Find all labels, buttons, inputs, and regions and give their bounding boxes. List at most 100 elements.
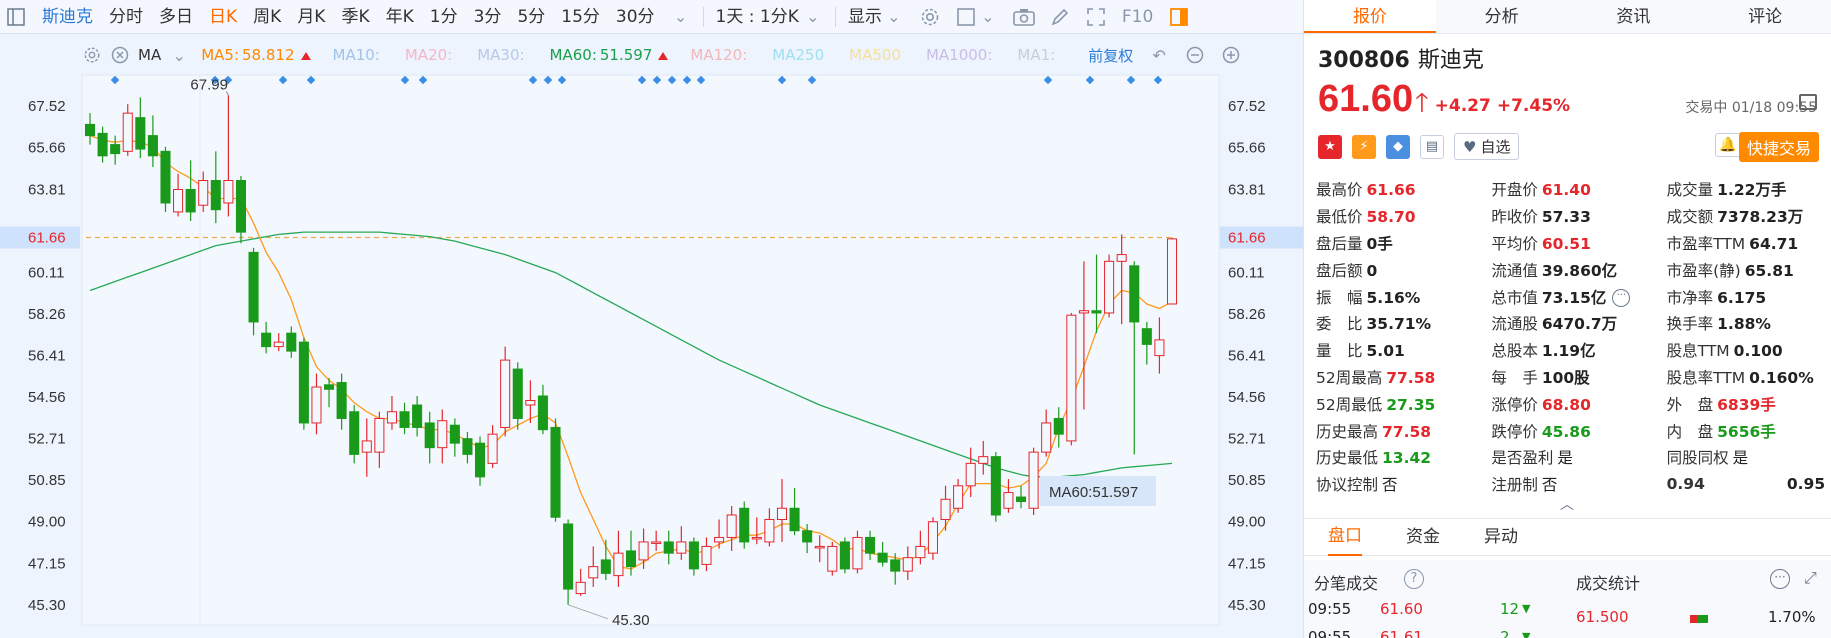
period-tab[interactable]: 多日: [151, 0, 201, 34]
camera-icon[interactable]: [1012, 5, 1036, 29]
adjust-selector[interactable]: 前复权: [1088, 45, 1133, 66]
stat-cell: 量 比 5.01: [1316, 339, 1491, 361]
more-icon[interactable]: ···: [1770, 569, 1790, 589]
quote-tab[interactable]: 分析: [1436, 0, 1568, 33]
close-icon[interactable]: [108, 43, 132, 67]
candle-body: [688, 541, 699, 570]
sidebar-toggle-icon[interactable]: [4, 5, 28, 29]
stat-value: 5.16%: [1366, 288, 1421, 307]
quote-tabs: 报价 分析 资讯 评论: [1304, 0, 1831, 34]
period-tab[interactable]: 月K: [289, 0, 333, 34]
y-tick-label: 45.30: [28, 597, 66, 614]
candle-body: [575, 581, 586, 595]
quote-tab[interactable]: 评论: [1699, 0, 1831, 33]
ma-indicator[interactable]: MA60: 51.597: [550, 46, 669, 64]
panel-toggle-icon[interactable]: [1167, 5, 1191, 29]
period-tab[interactable]: 年K: [378, 0, 422, 34]
stat-cell: 最低价 58.70: [1316, 205, 1491, 227]
candlestick-chart[interactable]: 67.52 67.52 65.66 65.66 63.81 63.81 61.66 61.66…: [0, 70, 1303, 638]
ma-label[interactable]: MA: [138, 46, 161, 64]
y-tick-label: 58.26: [1228, 306, 1266, 323]
add-watchlist-button[interactable]: ♥ 自选: [1454, 133, 1520, 160]
note-icon[interactable]: ▤: [1420, 134, 1444, 159]
trade-vol: 12: [1500, 600, 1520, 618]
period-tab[interactable]: 1分: [422, 0, 466, 34]
candle-body: [110, 144, 121, 155]
chevron-down-icon[interactable]: ⌄: [669, 5, 693, 29]
stat-label: 每 手: [1491, 368, 1538, 387]
down-arrow-icon: ▼: [1522, 630, 1531, 638]
sub-tab[interactable]: 异动: [1484, 519, 1518, 555]
stat-label: 外 盘: [1666, 395, 1714, 414]
period-tab[interactable]: 周K: [245, 0, 289, 34]
ma-indicator[interactable]: MA1:: [1017, 46, 1058, 64]
pencil-icon[interactable]: [1048, 5, 1072, 29]
y-tick-label: 63.81: [28, 181, 66, 198]
chevron-down-icon[interactable]: ⌄: [801, 5, 825, 29]
y-tick-label: 56.41: [28, 347, 66, 364]
candle-body: [462, 438, 473, 455]
stat-cell: 历史最低 13.42: [1316, 446, 1491, 468]
stat-value: 5.01: [1366, 342, 1405, 361]
period-tab[interactable]: 15分: [553, 0, 608, 34]
stat-label: 股息TTM: [1666, 342, 1730, 361]
multi-day-selector[interactable]: 1天 : 1分K: [708, 0, 807, 34]
zoom-in-icon[interactable]: [1219, 43, 1243, 67]
period-tab[interactable]: 分时: [101, 0, 151, 34]
period-tab[interactable]: 季K: [333, 0, 377, 34]
bell-icon[interactable]: 🔔: [1715, 133, 1741, 157]
stat-cell: 52周最低 27.35: [1316, 393, 1491, 415]
price-change-pct: +7.45%: [1496, 96, 1571, 116]
stat-cell: 涨停价 68.80: [1491, 393, 1666, 415]
fast-trade-button[interactable]: 快捷交易: [1738, 132, 1819, 162]
ma-indicator[interactable]: MA250: [772, 46, 827, 64]
period-tab[interactable]: 日K: [201, 0, 245, 34]
ma-indicator[interactable]: MA500: [849, 46, 904, 64]
chevron-down-icon[interactable]: ⌄: [167, 43, 191, 67]
trading-status: 交易中 01/18 09:55: [1685, 100, 1817, 116]
ma-indicator[interactable]: MA20:: [405, 46, 455, 64]
help-icon[interactable]: ?: [1404, 569, 1424, 589]
chevron-down-icon[interactable]: ⌄: [882, 5, 906, 29]
more-icon[interactable]: ···: [1612, 289, 1631, 308]
period-tab[interactable]: 5分: [509, 0, 553, 34]
stat-label: 流通值: [1491, 261, 1538, 280]
sub-tab[interactable]: 资金: [1406, 519, 1440, 555]
stat-value: 0.100: [1733, 342, 1783, 361]
candle-body: [953, 485, 964, 509]
stat-label: 52周最高: [1316, 368, 1383, 387]
stock-name-tab[interactable]: 斯迪克: [34, 0, 101, 34]
square-select-icon[interactable]: [954, 5, 978, 29]
chevron-down-icon[interactable]: ⌄: [976, 5, 1000, 29]
period-tab[interactable]: 30分: [608, 0, 663, 34]
candle-body: [248, 251, 259, 323]
quote-tab[interactable]: 资讯: [1568, 0, 1700, 33]
fullscreen-icon[interactable]: [1084, 5, 1108, 29]
ma-indicator[interactable]: MA120:: [690, 46, 750, 64]
candle-body: [1141, 328, 1152, 345]
stat-cell: 是否盈利是: [1491, 446, 1666, 468]
undo-icon[interactable]: ↶: [1147, 43, 1171, 67]
ma-indicator[interactable]: MA1000:: [926, 46, 995, 64]
trade-price: 61.60: [1380, 600, 1423, 618]
ma-indicator[interactable]: MA30:: [477, 46, 527, 64]
ma-indicator[interactable]: MA5: 58.812: [201, 46, 311, 64]
expand-icon[interactable]: ⤢: [1804, 568, 1817, 588]
f10-button[interactable]: F10: [1114, 0, 1161, 34]
ma-name: MA30:: [477, 46, 525, 64]
collapse-chevron-icon[interactable]: ︿: [1560, 494, 1574, 514]
gear-icon[interactable]: [80, 43, 104, 67]
lightning-icon[interactable]: ⚡: [1352, 134, 1376, 159]
period-tab[interactable]: 3分: [466, 0, 510, 34]
ma-name: MA120:: [690, 46, 748, 64]
stat-value: 65.81: [1744, 261, 1794, 280]
ma-indicator[interactable]: MA10:: [333, 46, 383, 64]
stat-label: 历史最高: [1316, 422, 1379, 441]
quote-tab[interactable]: 报价: [1304, 0, 1436, 33]
gear-icon[interactable]: [918, 5, 942, 29]
tag-icon[interactable]: ◆: [1386, 134, 1410, 159]
sub-tab[interactable]: 盘口: [1328, 518, 1362, 556]
candle-body: [135, 117, 146, 150]
zoom-out-icon[interactable]: [1183, 43, 1207, 67]
candle-body: [273, 341, 284, 348]
